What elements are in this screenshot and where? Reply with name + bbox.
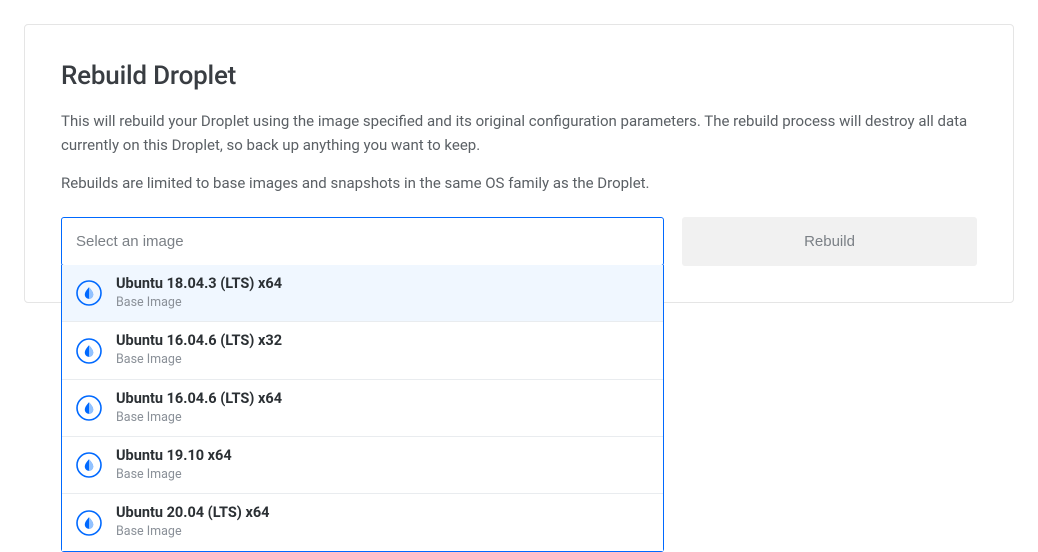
rebuild-droplet-panel: Rebuild Droplet This will rebuild your D…	[24, 24, 1014, 303]
image-dropdown: Ubuntu 18.04.3 (LTS) x64Base ImageUbuntu…	[61, 265, 664, 552]
dropdown-item-text: Ubuntu 19.10 x64Base Image	[116, 447, 232, 483]
image-name: Ubuntu 16.04.6 (LTS) x32	[116, 332, 282, 351]
dropdown-item-text: Ubuntu 20.04 (LTS) x64Base Image	[116, 504, 270, 540]
droplet-icon	[76, 280, 102, 306]
page-title: Rebuild Droplet	[61, 61, 977, 91]
droplet-icon	[76, 338, 102, 364]
image-type: Base Image	[116, 466, 232, 484]
description-text: This will rebuild your Droplet using the…	[61, 109, 977, 157]
image-name: Ubuntu 19.10 x64	[116, 447, 232, 466]
droplet-icon	[76, 395, 102, 421]
dropdown-item-text: Ubuntu 18.04.3 (LTS) x64Base Image	[116, 275, 282, 311]
image-name: Ubuntu 20.04 (LTS) x64	[116, 504, 270, 523]
dropdown-item-text: Ubuntu 16.04.6 (LTS) x32Base Image	[116, 332, 282, 368]
image-type: Base Image	[116, 409, 282, 427]
dropdown-item[interactable]: Ubuntu 18.04.3 (LTS) x64Base Image	[62, 265, 663, 322]
droplet-icon	[76, 452, 102, 478]
image-select-input[interactable]	[61, 217, 664, 266]
image-type: Base Image	[116, 351, 282, 369]
dropdown-item[interactable]: Ubuntu 16.04.6 (LTS) x64Base Image	[62, 380, 663, 437]
image-select-container: Ubuntu 18.04.3 (LTS) x64Base ImageUbuntu…	[61, 217, 664, 266]
dropdown-item[interactable]: Ubuntu 20.04 (LTS) x64Base Image	[62, 494, 663, 550]
controls-row: Ubuntu 18.04.3 (LTS) x64Base ImageUbuntu…	[61, 217, 977, 266]
limit-note: Rebuilds are limited to base images and …	[61, 171, 977, 195]
dropdown-item-text: Ubuntu 16.04.6 (LTS) x64Base Image	[116, 390, 282, 426]
dropdown-item[interactable]: Ubuntu 16.04.6 (LTS) x32Base Image	[62, 322, 663, 379]
image-name: Ubuntu 18.04.3 (LTS) x64	[116, 275, 282, 294]
image-type: Base Image	[116, 523, 270, 541]
rebuild-button[interactable]: Rebuild	[682, 217, 977, 266]
image-name: Ubuntu 16.04.6 (LTS) x64	[116, 390, 282, 409]
dropdown-item[interactable]: Ubuntu 19.10 x64Base Image	[62, 437, 663, 494]
droplet-icon	[76, 510, 102, 536]
image-type: Base Image	[116, 294, 282, 312]
